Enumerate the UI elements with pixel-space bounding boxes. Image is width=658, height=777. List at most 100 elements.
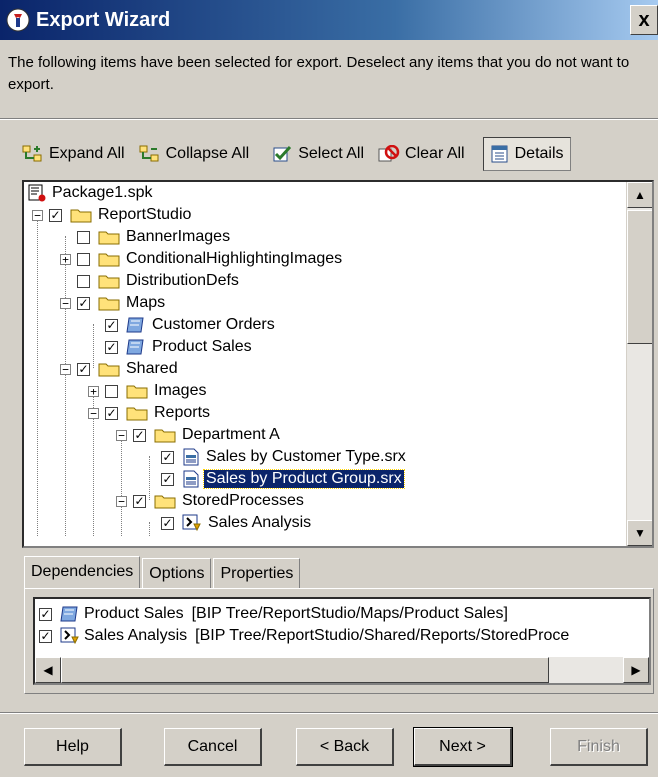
scroll-up-icon[interactable]: ▲ (627, 182, 652, 208)
tree-item-label: Images (154, 382, 207, 399)
checkbox[interactable]: ✓ (105, 318, 118, 332)
tree-item[interactable]: − ✓ StoredProcesses (116, 490, 306, 512)
close-icon[interactable]: x (630, 5, 658, 35)
select-all-label: Select All (298, 145, 365, 162)
checkbox[interactable]: ✓ (161, 516, 174, 530)
folder-icon (98, 297, 120, 311)
checkbox[interactable] (105, 384, 118, 398)
map-icon (126, 317, 144, 333)
export-tree[interactable]: Package1.spk − ✓ ReportStudio BannerImag… (22, 180, 654, 548)
clear-all-button[interactable]: Clear All (378, 145, 465, 163)
tree-item-label: DistributionDefs (126, 272, 239, 289)
dependencies-list[interactable]: ✓ Product Sales [BIP Tree/ReportStudio/M… (33, 597, 651, 685)
stored-process-icon (182, 514, 201, 532)
separator (0, 712, 658, 714)
tab-strip: Dependencies Options Properties (24, 556, 302, 588)
checkbox[interactable]: ✓ (133, 428, 146, 442)
tree-item[interactable]: ✓ Sales by Customer Type.srx (144, 446, 408, 468)
tree-item[interactable]: − ✓ Reports (88, 402, 212, 424)
tab-options[interactable]: Options (142, 558, 212, 588)
collapse-all-icon (139, 145, 159, 162)
tree-item-label: Product Sales (152, 338, 252, 355)
folder-icon (126, 385, 148, 399)
scroll-thumb[interactable] (61, 657, 549, 683)
folder-icon (126, 407, 148, 421)
dependencies-horizontal-scrollbar[interactable]: ◀ ▶ (35, 657, 649, 683)
collapse-icon[interactable]: − (32, 209, 43, 221)
checkbox[interactable]: ✓ (77, 362, 90, 376)
expand-all-icon (22, 145, 42, 162)
tree-item[interactable]: − ✓ ReportStudio (32, 204, 193, 226)
tab-dependencies[interactable]: Dependencies (24, 556, 141, 588)
collapse-all-button[interactable]: Collapse All (139, 145, 250, 163)
tree-item[interactable]: DistributionDefs (60, 270, 241, 292)
checkbox[interactable]: ✓ (39, 629, 52, 643)
tree-item-label: Customer Orders (152, 316, 275, 333)
folder-icon (154, 495, 176, 509)
checkbox[interactable]: ✓ (105, 340, 118, 354)
scroll-left-icon[interactable]: ◀ (35, 657, 61, 683)
checkbox[interactable] (77, 274, 90, 288)
tree-item[interactable]: − ✓ Department A (116, 424, 282, 446)
select-all-button[interactable]: Select All (273, 145, 364, 163)
folder-icon (98, 231, 120, 245)
help-button[interactable]: Help (24, 728, 122, 766)
collapse-icon[interactable]: − (116, 495, 127, 507)
checkbox[interactable] (77, 252, 90, 266)
tree-item[interactable]: − ✓ Maps (60, 292, 167, 314)
checkbox[interactable]: ✓ (77, 296, 90, 310)
dependencies-panel: ✓ Product Sales [BIP Tree/ReportStudio/M… (24, 588, 654, 694)
tree-item[interactable]: ✓ Sales Analysis (144, 512, 313, 534)
separator (0, 118, 658, 120)
tree-vertical-scrollbar[interactable]: ▲ ▼ (626, 182, 652, 546)
tree-item[interactable]: ✓ Product Sales (88, 336, 254, 358)
expand-icon[interactable]: + (60, 253, 71, 265)
list-item[interactable]: ✓ Sales Analysis [BIP Tree/ReportStudio/… (39, 625, 569, 647)
tree-item[interactable]: ✓ Customer Orders (88, 314, 277, 336)
tab-properties[interactable]: Properties (213, 558, 301, 588)
tree-item[interactable]: − ✓ Shared (60, 358, 180, 380)
map-icon (126, 339, 144, 355)
collapse-all-label: Collapse All (165, 145, 250, 162)
checkbox[interactable]: ✓ (105, 406, 118, 420)
checkbox[interactable]: ✓ (39, 607, 52, 621)
details-icon (491, 145, 508, 163)
tree-item-label: ConditionalHighlightingImages (126, 250, 343, 267)
tree-item-label: Sales by Product Group.srx (203, 469, 405, 489)
collapse-icon[interactable]: − (60, 363, 71, 375)
scroll-thumb[interactable] (627, 210, 652, 344)
tree-item-label: Reports (154, 404, 211, 421)
checkbox[interactable]: ✓ (161, 472, 174, 486)
next-button[interactable]: Next > (413, 727, 513, 767)
list-item[interactable]: ✓ Product Sales [BIP Tree/ReportStudio/M… (39, 603, 508, 625)
cancel-button[interactable]: Cancel (164, 728, 262, 766)
collapse-icon[interactable]: − (88, 407, 99, 419)
scroll-right-icon[interactable]: ▶ (623, 657, 649, 683)
clear-all-label: Clear All (405, 145, 465, 162)
folder-icon (154, 429, 176, 443)
checkbox[interactable] (77, 230, 90, 244)
expand-icon[interactable]: + (88, 385, 99, 397)
folder-icon (70, 209, 92, 223)
collapse-icon[interactable]: − (60, 297, 71, 309)
checkbox[interactable]: ✓ (161, 450, 174, 464)
clear-icon (378, 145, 400, 162)
tree-root[interactable]: Package1.spk (28, 182, 155, 204)
scroll-down-icon[interactable]: ▼ (627, 520, 652, 546)
collapse-icon[interactable]: − (116, 429, 127, 441)
back-button[interactable]: < Back (296, 728, 394, 766)
checkbox[interactable]: ✓ (133, 494, 146, 508)
finish-button[interactable]: Finish (550, 728, 648, 766)
expand-all-button[interactable]: Expand All (22, 145, 125, 163)
tree-item-selected[interactable]: ✓ Sales by Product Group.srx (144, 468, 405, 490)
details-button[interactable]: Details (482, 137, 571, 171)
toolbar: Expand All Collapse All Select All Clear… (22, 134, 658, 174)
tree-line (37, 214, 38, 536)
tree-item[interactable]: + ConditionalHighlightingImages (60, 248, 344, 270)
dependency-path: [BIP Tree/ReportStudio/Maps/Product Sale… (191, 605, 508, 622)
tree-item[interactable]: + Images (88, 380, 208, 402)
tree-item[interactable]: BannerImages (60, 226, 232, 248)
report-icon (183, 448, 199, 466)
checkbox[interactable]: ✓ (49, 208, 62, 222)
tree-item-label: StoredProcesses (182, 492, 304, 509)
